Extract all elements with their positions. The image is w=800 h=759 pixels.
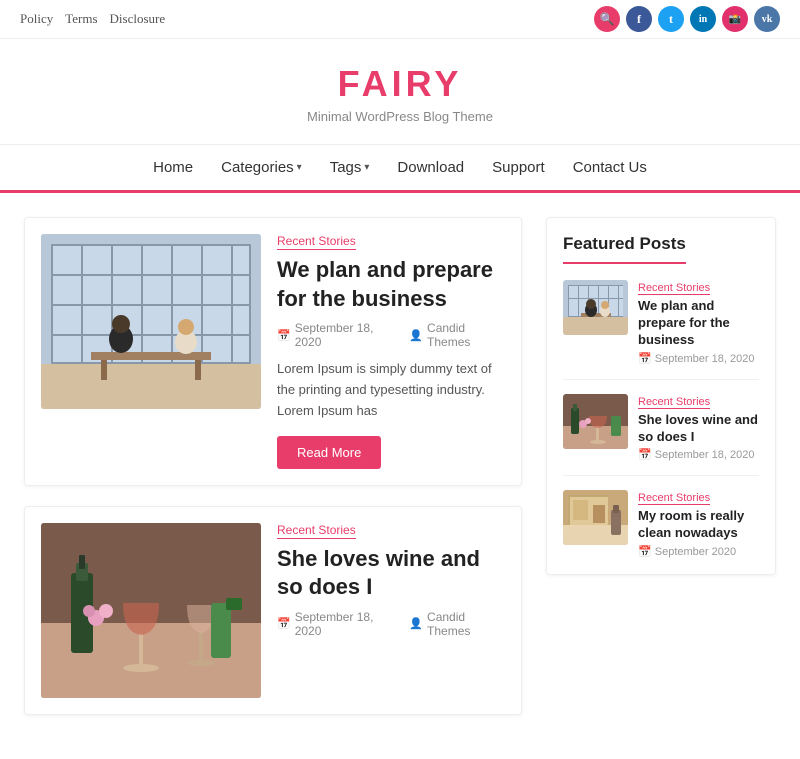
article-card-2: Recent Stories She loves wine and so doe… <box>24 506 522 715</box>
twitter-icon[interactable]: t <box>658 6 684 32</box>
featured-item-3: Recent Stories My room is really clean n… <box>563 490 759 558</box>
read-more-button[interactable]: Read More <box>277 436 381 469</box>
article-date-2: September 18, 2020 <box>277 610 395 638</box>
article-image-wine <box>41 523 261 698</box>
featured-title-1: We plan and prepare for the business <box>638 298 759 349</box>
article-card: Recent Stories We plan and prepare for t… <box>24 217 522 486</box>
top-bar: Policy Terms Disclosure 🔍 f t in 📸 vk <box>0 0 800 39</box>
main-nav: Home Categories ▾ Tags ▾ Download Suppor… <box>0 144 800 193</box>
featured-thumb-1 <box>563 280 628 335</box>
facebook-icon[interactable]: f <box>626 6 652 32</box>
categories-dropdown-arrow: ▾ <box>297 162 302 173</box>
article-author: Candid Themes <box>409 321 505 349</box>
featured-cat-1[interactable]: Recent Stories <box>638 282 710 295</box>
instagram-icon[interactable]: 📸 <box>722 6 748 32</box>
article-body-2: Recent Stories She loves wine and so doe… <box>277 523 505 698</box>
nav-categories[interactable]: Categories ▾ <box>221 159 302 176</box>
featured-date-3: 📅 September 2020 <box>638 545 759 558</box>
article-date: September 18, 2020 <box>277 321 395 349</box>
featured-date-1: 📅 September 18, 2020 <box>638 352 759 365</box>
calendar-icon-2 <box>277 617 291 630</box>
article-title: We plan and prepare for the business <box>277 256 505 313</box>
featured-item-2: Recent Stories She loves wine and so doe… <box>563 394 759 477</box>
article-author-2: Candid Themes <box>409 610 505 638</box>
site-header: FAIRY Minimal WordPress Blog Theme <box>0 39 800 134</box>
article-image-office <box>41 234 261 409</box>
article-category-2[interactable]: Recent Stories <box>277 523 356 539</box>
site-title: FAIRY <box>20 63 780 105</box>
featured-thumb-3 <box>563 490 628 545</box>
vk-icon[interactable]: vk <box>754 6 780 32</box>
terms-link[interactable]: Terms <box>65 11 97 27</box>
main-content: Recent Stories We plan and prepare for t… <box>24 217 522 735</box>
sidebar: Featured Posts <box>546 217 776 735</box>
featured-title-3: My room is really clean nowadays <box>638 508 759 542</box>
nav-contact[interactable]: Contact Us <box>573 159 647 176</box>
featured-cat-2[interactable]: Recent Stories <box>638 396 710 409</box>
disclosure-link[interactable]: Disclosure <box>110 11 166 27</box>
content-wrapper: Recent Stories We plan and prepare for t… <box>0 193 800 759</box>
featured-thumb-2 <box>563 394 628 449</box>
article-category[interactable]: Recent Stories <box>277 234 356 250</box>
widget-title: Featured Posts <box>563 234 686 264</box>
featured-item: Recent Stories We plan and prepare for t… <box>563 280 759 380</box>
featured-cat-3[interactable]: Recent Stories <box>638 492 710 505</box>
search-icon[interactable]: 🔍 <box>594 6 620 32</box>
linkedin-icon[interactable]: in <box>690 6 716 32</box>
author-icon <box>409 329 423 342</box>
featured-info-3: Recent Stories My room is really clean n… <box>638 490 759 558</box>
nav-support[interactable]: Support <box>492 159 545 176</box>
article-body: Recent Stories We plan and prepare for t… <box>277 234 505 469</box>
tags-dropdown-arrow: ▾ <box>364 162 369 173</box>
author-icon-2 <box>409 617 423 630</box>
site-tagline: Minimal WordPress Blog Theme <box>20 109 780 124</box>
nav-home[interactable]: Home <box>153 159 193 176</box>
nav-tags[interactable]: Tags ▾ <box>330 159 370 176</box>
article-meta: September 18, 2020 Candid Themes <box>277 321 505 349</box>
article-title-2: She loves wine and so does I <box>277 545 505 602</box>
article-excerpt: Lorem Ipsum is simply dummy text of the … <box>277 359 505 421</box>
featured-list: Recent Stories We plan and prepare for t… <box>563 280 759 558</box>
nav-download[interactable]: Download <box>397 159 464 176</box>
featured-info-2: Recent Stories She loves wine and so doe… <box>638 394 759 462</box>
featured-posts-widget: Featured Posts <box>546 217 776 575</box>
top-bar-links: Policy Terms Disclosure <box>20 11 165 27</box>
featured-date-2: 📅 September 18, 2020 <box>638 448 759 461</box>
article-meta-2: September 18, 2020 Candid Themes <box>277 610 505 638</box>
featured-info-1: Recent Stories We plan and prepare for t… <box>638 280 759 365</box>
calendar-icon <box>277 329 291 342</box>
social-icons: 🔍 f t in 📸 vk <box>594 6 780 32</box>
featured-title-2: She loves wine and so does I <box>638 412 759 446</box>
policy-link[interactable]: Policy <box>20 11 53 27</box>
